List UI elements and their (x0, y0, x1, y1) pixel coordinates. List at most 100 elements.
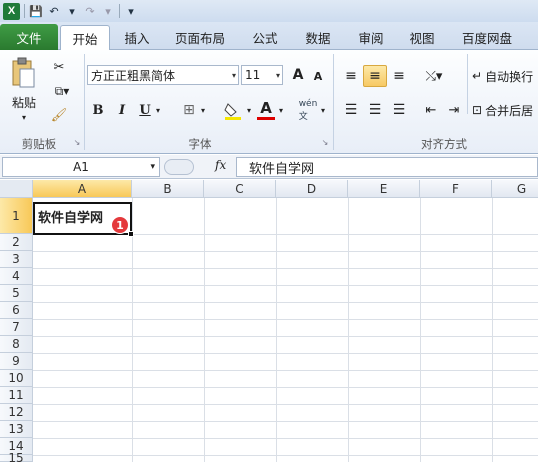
row-header-3[interactable]: 3 (0, 251, 33, 268)
underline-dropdown-icon[interactable]: ▾ (153, 102, 163, 118)
undo-icon[interactable]: ↶ (47, 4, 61, 18)
tab-file[interactable]: 文件 (0, 24, 58, 50)
row-header-15[interactable]: 15 (0, 451, 33, 465)
grow-font-button[interactable]: A (289, 65, 307, 85)
paste-button[interactable]: 粘贴 (6, 94, 42, 110)
toolbar-separator (24, 4, 25, 18)
select-all-corner[interactable] (0, 180, 33, 198)
row-header-5[interactable]: 5 (0, 285, 33, 302)
row-header-4[interactable]: 4 (0, 268, 33, 285)
formula-input[interactable]: 软件自学网 (236, 157, 538, 177)
phonetic-dropdown-icon[interactable]: ▾ (318, 102, 328, 118)
fill-color-dropdown-icon[interactable]: ▾ (244, 102, 254, 118)
tab-data[interactable]: 数据 (294, 25, 342, 50)
gridline (33, 387, 538, 388)
shrink-font-button[interactable]: A (310, 67, 326, 85)
font-color-button[interactable]: A (257, 98, 275, 120)
redo-dropdown-icon[interactable]: ▾ (101, 4, 115, 18)
tab-baidu-netdisk[interactable]: 百度网盘 (452, 25, 522, 50)
ribbon-home: 粘贴 ▾ ✂ ⧉▾ 🖌 剪贴板 ↘ 方正正粗黑简体 ▾ 11 ▾ A A B I… (0, 50, 538, 154)
border-icon[interactable]: ⊞ (180, 101, 198, 119)
tab-page-layout[interactable]: 页面布局 (167, 25, 233, 50)
row-header-7[interactable]: 7 (0, 319, 33, 336)
row-header-2[interactable]: 2 (0, 234, 33, 251)
decrease-indent-icon[interactable]: ⇤ (420, 99, 442, 121)
font-color-dropdown-icon[interactable]: ▾ (276, 102, 286, 118)
paste-dropdown-icon[interactable]: ▾ (16, 112, 32, 122)
tab-formulas[interactable]: 公式 (241, 25, 289, 50)
border-dropdown-icon[interactable]: ▾ (198, 102, 208, 118)
merge-center-button[interactable]: ⊡ 合并后居 (472, 99, 538, 121)
gridline (33, 421, 538, 422)
gridline (33, 251, 538, 252)
row-header-10[interactable]: 10 (0, 370, 33, 387)
tab-view[interactable]: 视图 (398, 25, 446, 50)
group-separator (333, 54, 334, 150)
gridline (33, 268, 538, 269)
merge-center-icon: ⊡ (472, 103, 483, 117)
align-bottom-icon[interactable]: ≡ (388, 65, 410, 87)
italic-button[interactable]: I (114, 100, 130, 120)
save-icon[interactable]: 💾 (29, 4, 43, 18)
ribbon-tabs: 文件 开始 插入 页面布局 公式 数据 审阅 视图 百度网盘 (0, 22, 538, 51)
font-launcher-icon[interactable]: ↘ (320, 137, 330, 147)
gridline (33, 404, 538, 405)
gridline (33, 438, 538, 439)
underline-button[interactable]: U (137, 100, 153, 120)
row-header-1[interactable]: 1 (0, 198, 33, 234)
align-left-icon[interactable]: ☰ (340, 99, 362, 121)
align-top-icon[interactable]: ≡ (340, 65, 362, 87)
chevron-down-icon[interactable]: ▾ (276, 71, 280, 80)
merge-center-label: 合并后居 (485, 103, 534, 118)
clipboard-group-label: 剪贴板 (21, 137, 57, 151)
row-header-8[interactable]: 8 (0, 336, 33, 353)
cut-icon[interactable]: ✂ (50, 58, 68, 76)
column-header-a[interactable]: A (33, 180, 132, 198)
fill-handle[interactable] (128, 231, 134, 237)
orientation-icon[interactable]: ⤯▾ (420, 65, 448, 87)
format-painter-icon[interactable]: 🖌 (50, 106, 68, 124)
align-middle-icon[interactable]: ≡ (363, 65, 387, 87)
formula-bar-divider[interactable] (164, 159, 194, 175)
align-center-icon[interactable]: ☰ (364, 99, 386, 121)
row-header-6[interactable]: 6 (0, 302, 33, 319)
column-header-b[interactable]: B (132, 180, 204, 198)
row-header-12[interactable]: 12 (0, 404, 33, 421)
wrap-text-label: 自动换行 (485, 69, 534, 84)
row-header-11[interactable]: 11 (0, 387, 33, 404)
column-header-c[interactable]: C (204, 180, 276, 198)
insert-function-button[interactable]: fx (215, 158, 226, 172)
column-header-e[interactable]: E (348, 180, 420, 198)
paste-icon[interactable] (8, 56, 38, 90)
increase-indent-icon[interactable]: ⇥ (443, 99, 465, 121)
redo-icon[interactable]: ↷ (83, 4, 97, 18)
font-size-combo[interactable]: 11 ▾ (241, 65, 283, 85)
phonetic-icon[interactable]: wén 文 (298, 98, 318, 122)
customize-toolbar-icon[interactable]: ▾ (124, 4, 138, 18)
font-size-value: 11 (245, 68, 261, 82)
excel-app-icon[interactable]: X (3, 2, 20, 20)
column-header-f[interactable]: F (420, 180, 492, 198)
clipboard-launcher-icon[interactable]: ↘ (72, 137, 82, 147)
undo-dropdown-icon[interactable]: ▾ (65, 4, 79, 18)
row-header-9[interactable]: 9 (0, 353, 33, 370)
fill-color-icon[interactable] (222, 100, 244, 122)
wrap-text-button[interactable]: ↵ 自动换行 (472, 65, 538, 87)
column-header-d[interactable]: D (276, 180, 348, 198)
font-name-combo[interactable]: 方正正粗黑简体 ▾ (87, 65, 239, 85)
chevron-down-icon[interactable]: ▾ (150, 162, 155, 172)
font-group-label: 字体 (188, 137, 212, 151)
align-right-icon[interactable]: ☰ (388, 99, 410, 121)
gridline (492, 198, 493, 462)
gridline (33, 353, 538, 354)
chevron-down-icon[interactable]: ▾ (232, 71, 236, 80)
tab-review[interactable]: 审阅 (347, 25, 395, 50)
column-header-g[interactable]: G (492, 180, 538, 198)
row-header-13[interactable]: 13 (0, 421, 33, 438)
bold-button[interactable]: B (90, 100, 106, 120)
gridline (348, 198, 349, 462)
copy-icon[interactable]: ⧉▾ (50, 82, 74, 100)
tab-home[interactable]: 开始 (60, 25, 110, 51)
name-box[interactable]: A1 ▾ (2, 157, 160, 177)
tab-insert[interactable]: 插入 (113, 25, 161, 50)
